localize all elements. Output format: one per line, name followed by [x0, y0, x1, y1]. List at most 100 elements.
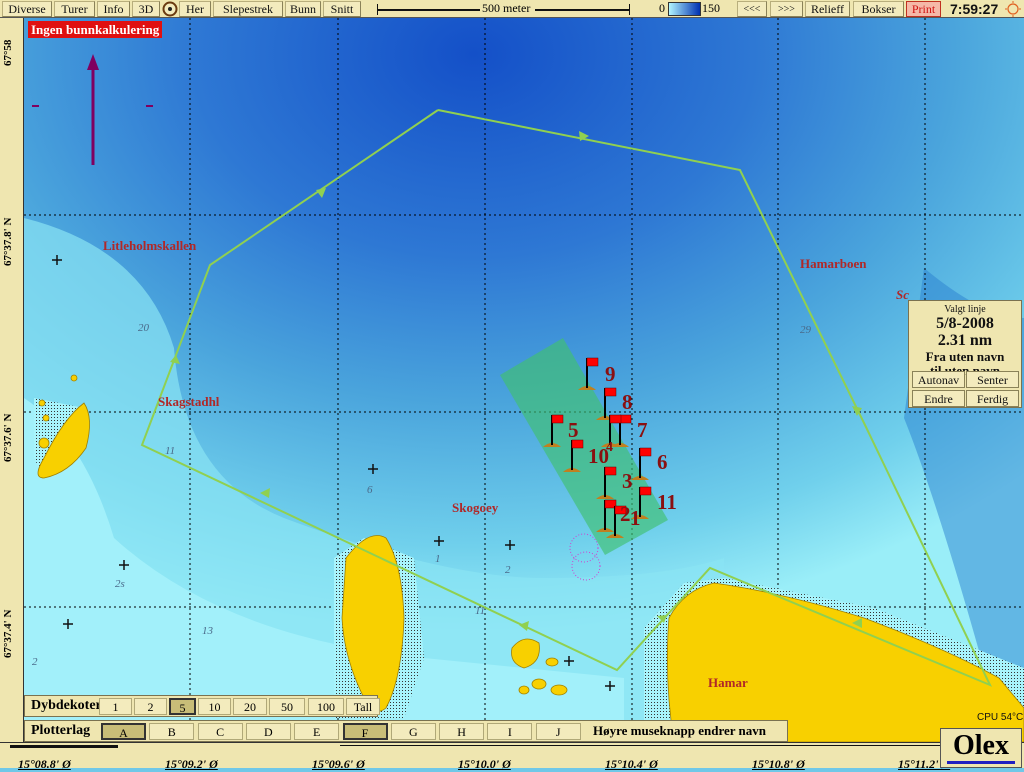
plotterlag-label: Plotterlag: [31, 723, 91, 738]
longitude-ruler: 15°08.8' Ø 15°09.2' Ø 15°09.6' Ø 15°10.0…: [0, 742, 1024, 771]
dybdekoter-option-100[interactable]: 100: [308, 698, 344, 715]
bokser-button[interactable]: Bokser: [853, 1, 904, 17]
sun-icon[interactable]: [1004, 1, 1022, 17]
olex-logo[interactable]: Olex: [940, 728, 1022, 768]
prev-button[interactable]: <<<: [737, 1, 767, 17]
plotterlag-hint: Høyre museknapp endrer navn: [593, 723, 767, 738]
her-button[interactable]: Her: [179, 1, 211, 17]
dybdekoter-option-20[interactable]: 20: [233, 698, 267, 715]
place-name: Skogoey: [452, 500, 499, 515]
plotterlag-option-D[interactable]: D: [245, 723, 291, 740]
3d-button[interactable]: 3D: [132, 1, 160, 17]
senter-button[interactable]: Senter: [966, 371, 1019, 388]
dash: [32, 105, 39, 107]
plotterlag-option-A[interactable]: A: [101, 723, 146, 740]
plotterlag-option-B[interactable]: B: [149, 723, 195, 740]
marker-label: 3: [622, 469, 633, 493]
clock: 7:59:27: [950, 1, 999, 17]
marker-label: 7: [637, 418, 648, 442]
plotterlag-option-E[interactable]: E: [294, 723, 340, 740]
depth-label: 13: [202, 625, 213, 637]
scale-segment: [10, 745, 118, 748]
plotterlag-option-F[interactable]: F: [342, 723, 388, 740]
scale-segment: [340, 745, 940, 746]
print-button[interactable]: Print: [906, 1, 941, 17]
plotterlag-option-J[interactable]: J: [535, 723, 581, 740]
depth-label: 1: [435, 553, 441, 565]
depth-min: 0: [659, 1, 665, 15]
depth-label: 29: [800, 324, 811, 336]
scale-tick: [377, 4, 378, 15]
marker-label: 9: [605, 362, 616, 386]
warning-badge: Ingen bunnkalkulering: [28, 21, 163, 38]
selected-line-panel: Valgt linje 5/8-2008 2.31 nm Fra uten na…: [908, 300, 1022, 408]
dybdekoter-option-5[interactable]: 5: [169, 698, 196, 715]
target-icon[interactable]: [162, 1, 178, 17]
dybdekoter-option-1[interactable]: 1: [99, 698, 132, 715]
dybdekoter-option-10[interactable]: 10: [198, 698, 231, 715]
lat-label: 67°58: [2, 39, 14, 66]
depth-label: 2s: [115, 578, 125, 590]
cpu-temperature: CPU 54°C: [977, 712, 1024, 723]
panel-date: 5/8-2008: [936, 315, 994, 332]
lon-label: 15°08.8' Ø: [18, 757, 71, 771]
marker-label: 4: [606, 440, 613, 455]
place-name: Litleholmskallen: [103, 238, 197, 253]
lon-label: 15°10.4' Ø: [605, 757, 658, 771]
dybdekoter-bar: Dybdekoter 1 2 5 10 20 50 100 Tall: [24, 695, 380, 717]
depth-label: 11: [475, 605, 486, 617]
ferdig-button[interactable]: Ferdig: [966, 390, 1019, 407]
dash: [146, 105, 153, 107]
bunn-button[interactable]: Bunn: [285, 1, 321, 17]
place-name: Skagstadhl: [158, 394, 220, 409]
next-button[interactable]: >>>: [770, 1, 803, 17]
dybdekoter-option-Tall[interactable]: Tall: [346, 698, 380, 715]
depth-label: 11: [165, 445, 176, 457]
depth-label: 2: [32, 656, 38, 668]
depth-label: 2: [505, 564, 511, 576]
latitude-ruler: 67°58 67°37.8' N 67°37.6' N 67°37.4' N: [0, 18, 24, 752]
dybdekoter-option-50[interactable]: 50: [269, 698, 305, 715]
autonav-button[interactable]: Autonav: [912, 371, 965, 388]
lat-label: 67°37.8' N: [2, 217, 14, 266]
plotterlag-option-C[interactable]: C: [197, 723, 243, 740]
marker-label: 1: [630, 506, 641, 530]
turer-button[interactable]: Turer: [54, 1, 95, 17]
plotterlag-option-I[interactable]: I: [487, 723, 533, 740]
marker-label: 11: [657, 490, 677, 514]
diverse-button[interactable]: Diverse: [2, 1, 52, 17]
plotterlag-bar: Plotterlag ABCDEFGHIJ Høyre museknapp en…: [24, 720, 788, 742]
panel-from: Fra uten navn: [925, 349, 1005, 364]
marker-label: 2: [620, 502, 631, 526]
marker-label: 6: [657, 450, 668, 474]
relieff-button[interactable]: Relieff: [805, 1, 850, 17]
depth-label: 6: [367, 484, 373, 496]
panel-distance: 2.31 nm: [937, 332, 993, 349]
slepestrek-button[interactable]: Slepestrek: [213, 1, 283, 17]
scale-bar-left: [377, 9, 480, 11]
panel-title: Valgt linje: [944, 304, 986, 315]
depth-label: 20: [138, 322, 149, 334]
dybdekoter-option-2[interactable]: 2: [134, 698, 167, 715]
place-name: Hamarboen: [800, 256, 867, 271]
scale-label: 500 meter: [482, 1, 531, 15]
plotterlag-option-H[interactable]: H: [439, 723, 485, 740]
scale-tick: [629, 4, 630, 15]
lon-label: 15°09.2' Ø: [165, 757, 218, 771]
depth-colorbar[interactable]: [668, 2, 701, 16]
logo-text: Olex: [953, 730, 1009, 761]
depth-max: 150: [702, 1, 720, 15]
place-name: Hamar: [708, 675, 748, 690]
endre-button[interactable]: Endre: [912, 390, 965, 407]
chart-map[interactable]: [24, 18, 1024, 742]
lon-label: 15°10.0' Ø: [458, 757, 511, 771]
marker-label: 8: [622, 390, 633, 414]
info-button[interactable]: Info: [97, 1, 130, 17]
lat-label: 67°37.6' N: [2, 413, 14, 462]
plotterlag-option-G[interactable]: G: [390, 723, 436, 740]
lon-label: 15°09.6' Ø: [312, 757, 365, 771]
snitt-button[interactable]: Snitt: [323, 1, 361, 17]
marker-label: 5: [568, 418, 579, 442]
lon-label: 15°10.8' Ø: [752, 757, 805, 771]
lat-label: 67°37.4' N: [2, 609, 14, 658]
